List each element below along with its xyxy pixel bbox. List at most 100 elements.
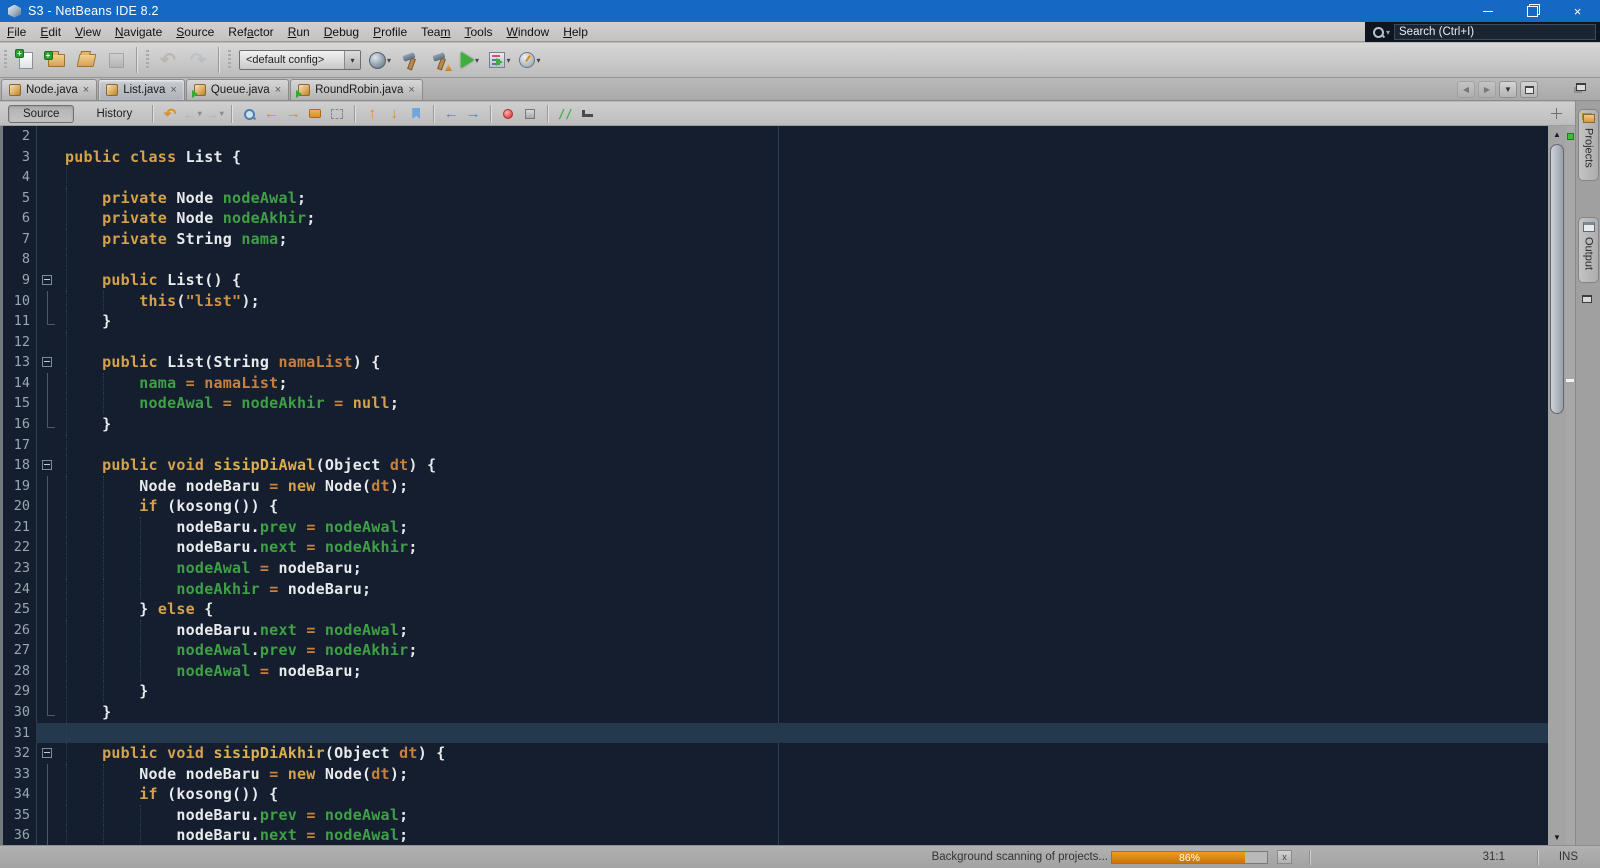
globe-button[interactable]: ▾	[367, 47, 393, 73]
close-button[interactable]: ×	[1555, 0, 1600, 22]
toggle-bookmark-button[interactable]	[405, 104, 427, 124]
menu-item-source[interactable]: Source	[169, 23, 221, 41]
menu-item-profile[interactable]: Profile	[366, 23, 414, 41]
fold-marker[interactable]	[42, 748, 52, 759]
source-view-button[interactable]: Source	[8, 104, 75, 123]
code-editor[interactable]: 2 3 public class List {4 5 private Node nod…	[0, 126, 1548, 845]
build-project-button[interactable]	[397, 47, 423, 73]
tab-scroll-right-button[interactable]: ▶	[1478, 81, 1496, 98]
save-all-button[interactable]	[103, 47, 129, 73]
open-project-button[interactable]	[73, 47, 99, 73]
run-project-button[interactable]: ▾	[457, 47, 483, 73]
menu-item-view[interactable]: View	[68, 23, 108, 41]
history-view-button[interactable]: History	[82, 106, 146, 122]
tab-node-java[interactable]: Node.java ×	[1, 79, 98, 100]
back-button[interactable]: ← ▾	[181, 104, 203, 124]
code-line: 21 nodeBaru.prev = nodeAwal;	[3, 516, 1548, 538]
tab-roundrobin-java[interactable]: RoundRobin.java ×	[290, 79, 423, 100]
last-edit-icon: ↶	[163, 105, 177, 123]
caret-position-mark[interactable]	[1566, 379, 1574, 382]
menu-item-file[interactable]: File	[0, 23, 33, 41]
scrollbar-thumb[interactable]	[1550, 144, 1564, 414]
project-config-select[interactable]: <default config> ▾	[239, 50, 361, 70]
dropdown-caret-icon[interactable]: ▾	[475, 56, 479, 65]
line-number: 14	[13, 374, 30, 391]
undo-button[interactable]: ↶	[155, 47, 181, 73]
indent-guide	[66, 434, 67, 456]
last-edit-button[interactable]: ↶	[159, 104, 181, 124]
previous-bookmark-button[interactable]: ↑	[361, 104, 383, 124]
no-errors-badge[interactable]	[1567, 133, 1574, 140]
new-file-button[interactable]: +	[13, 47, 39, 73]
tab-close-icon[interactable]: ×	[408, 85, 414, 96]
redo-button[interactable]: ↷	[185, 47, 211, 73]
maximize-editor-button[interactable]	[1520, 81, 1538, 98]
dropdown-caret-icon[interactable]: ▾	[536, 56, 540, 65]
toolbar-separator	[354, 104, 356, 123]
find-next-button[interactable]: →	[282, 104, 304, 124]
menu-item-navigate[interactable]: Navigate	[108, 23, 169, 41]
uncomment-button[interactable]	[576, 104, 598, 124]
find-selection-button[interactable]	[238, 104, 260, 124]
record-macro-button[interactable]	[497, 104, 519, 124]
code-text: private String nama;	[102, 229, 288, 248]
fold-marker[interactable]	[42, 357, 52, 368]
editor-scrollbar[interactable]: ▲ ▼	[1548, 126, 1566, 845]
code-text: nodeAwal = nodeBaru;	[176, 558, 362, 577]
profile-project-button[interactable]: ▾	[517, 47, 543, 73]
forward-button[interactable]: → ▾	[203, 104, 225, 124]
next-bookmark-button[interactable]: ↓	[383, 104, 405, 124]
line-number: 15	[13, 395, 30, 412]
tab-close-icon[interactable]: ×	[170, 85, 176, 96]
float-window-icon[interactable]	[1576, 83, 1586, 91]
fold-line	[47, 557, 48, 579]
quick-search-input[interactable]	[1394, 24, 1596, 40]
menu-item-team[interactable]: Team	[414, 23, 457, 41]
cancel-scan-button[interactable]: x	[1277, 850, 1292, 864]
comment-button[interactable]: //	[554, 104, 576, 124]
code-text: nama = namaList;	[139, 373, 288, 392]
menu-item-refactor[interactable]: Refactor	[221, 23, 280, 41]
menu-item-window[interactable]: Window	[500, 23, 557, 41]
tab-close-icon[interactable]: ×	[275, 85, 281, 96]
search-icon[interactable]	[1373, 26, 1384, 38]
code-line: 19 Node nodeBaru = new Node(dt);	[3, 475, 1548, 497]
menu-item-tools[interactable]: Tools	[457, 23, 499, 41]
search-dropdown-caret[interactable]: ▾	[1386, 28, 1390, 37]
dropdown-caret-icon[interactable]: ▾	[506, 56, 510, 65]
dropdown-caret-icon: ▾	[219, 109, 224, 118]
fold-marker[interactable]	[42, 274, 52, 285]
scroll-up-button[interactable]: ▲	[1548, 126, 1566, 142]
scroll-down-button[interactable]: ▼	[1548, 829, 1566, 845]
tab-list-button[interactable]: ▼	[1499, 81, 1517, 98]
new-project-button[interactable]: +	[43, 47, 69, 73]
output-dock-tab[interactable]: Output	[1578, 217, 1599, 283]
stop-macro-button[interactable]	[519, 104, 541, 124]
tab-queue-java[interactable]: Queue.java ×	[185, 79, 290, 100]
code-text: public class List {	[65, 147, 242, 166]
minimize-button[interactable]	[1465, 0, 1510, 22]
tab-list-java[interactable]: List.java ×	[98, 79, 185, 100]
fold-marker[interactable]	[42, 460, 52, 471]
toggle-highlight-button[interactable]	[304, 104, 326, 124]
menu-item-run[interactable]: Run	[281, 23, 317, 41]
dropdown-caret-icon[interactable]: ▾	[387, 56, 391, 65]
menu-item-edit[interactable]: Edit	[33, 23, 68, 41]
debug-project-button[interactable]: ▾	[487, 47, 513, 73]
find-previous-button[interactable]: ←	[260, 104, 282, 124]
tab-close-icon[interactable]: ×	[83, 85, 89, 96]
float-dock-icon[interactable]	[1582, 295, 1592, 303]
code-text: nodeAwal = nodeAkhir = null;	[139, 394, 400, 413]
redo-icon: ↷	[190, 49, 206, 71]
projects-dock-tab[interactable]: Projects	[1578, 109, 1599, 181]
rectangular-selection-button[interactable]	[326, 104, 348, 124]
split-editor-icon[interactable]	[1551, 108, 1562, 119]
menu-item-debug[interactable]: Debug	[317, 23, 366, 41]
config-dropdown-caret[interactable]: ▾	[344, 51, 360, 69]
restore-button[interactable]	[1510, 0, 1555, 22]
shift-right-button[interactable]: →	[462, 104, 484, 124]
shift-left-button[interactable]: ←	[440, 104, 462, 124]
clean-build-button[interactable]	[427, 47, 453, 73]
menu-item-help[interactable]: Help	[556, 23, 595, 41]
tab-scroll-left-button[interactable]: ◀	[1457, 81, 1475, 98]
